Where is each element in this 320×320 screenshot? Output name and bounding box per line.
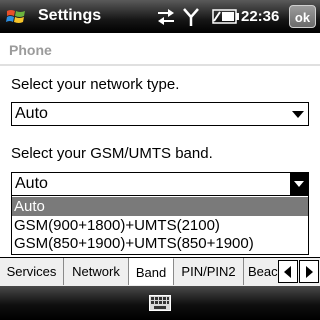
bottom-bar <box>0 286 320 320</box>
app-title: Settings <box>38 7 102 24</box>
band-label: Select your GSM/UMTS band. <box>11 145 213 162</box>
battery-icon[interactable] <box>211 9 239 24</box>
band-select[interactable]: Auto <box>11 172 309 196</box>
network-type-label: Select your network type. <box>11 76 180 93</box>
windows-start-icon[interactable] <box>6 8 26 26</box>
band-value: Auto <box>15 175 48 192</box>
band-option-gsm850[interactable]: GSM(850+1900)+UMTS(850+1900) <box>12 234 308 253</box>
heading-divider <box>0 64 320 66</box>
tab-pin-pin2[interactable]: PIN/PIN2 <box>174 258 244 285</box>
tab-services[interactable]: Services <box>0 258 64 285</box>
chevron-down-icon[interactable] <box>292 111 304 118</box>
band-option-auto[interactable]: Auto <box>12 197 308 216</box>
page-heading: Phone <box>9 42 52 58</box>
tab-bar: Services Network Band PIN/PIN2 Beacon <box>0 257 320 286</box>
keyboard-icon[interactable] <box>149 295 171 311</box>
band-dropdown-list: Auto GSM(900+1800)+UMTS(2100) GSM(850+19… <box>11 196 309 255</box>
tab-band[interactable]: Band <box>129 258 174 285</box>
title-bar: Settings 22:36 ok <box>0 0 320 33</box>
tab-scroll-left-icon[interactable] <box>278 260 298 283</box>
tab-network[interactable]: Network <box>64 258 129 285</box>
band-option-gsm900[interactable]: GSM(900+1800)+UMTS(2100) <box>12 216 308 235</box>
ok-button[interactable]: ok <box>289 5 316 28</box>
tab-scroll-right-icon[interactable] <box>299 260 319 283</box>
dropdown-arrow-icon[interactable] <box>290 173 308 195</box>
tab-beacon[interactable]: Beacon <box>244 258 280 285</box>
sync-icon <box>158 9 174 25</box>
signal-icon[interactable] <box>183 7 199 27</box>
network-type-select[interactable]: Auto <box>11 102 309 126</box>
network-type-value: Auto <box>15 105 48 122</box>
clock[interactable]: 22:36 <box>241 8 279 25</box>
